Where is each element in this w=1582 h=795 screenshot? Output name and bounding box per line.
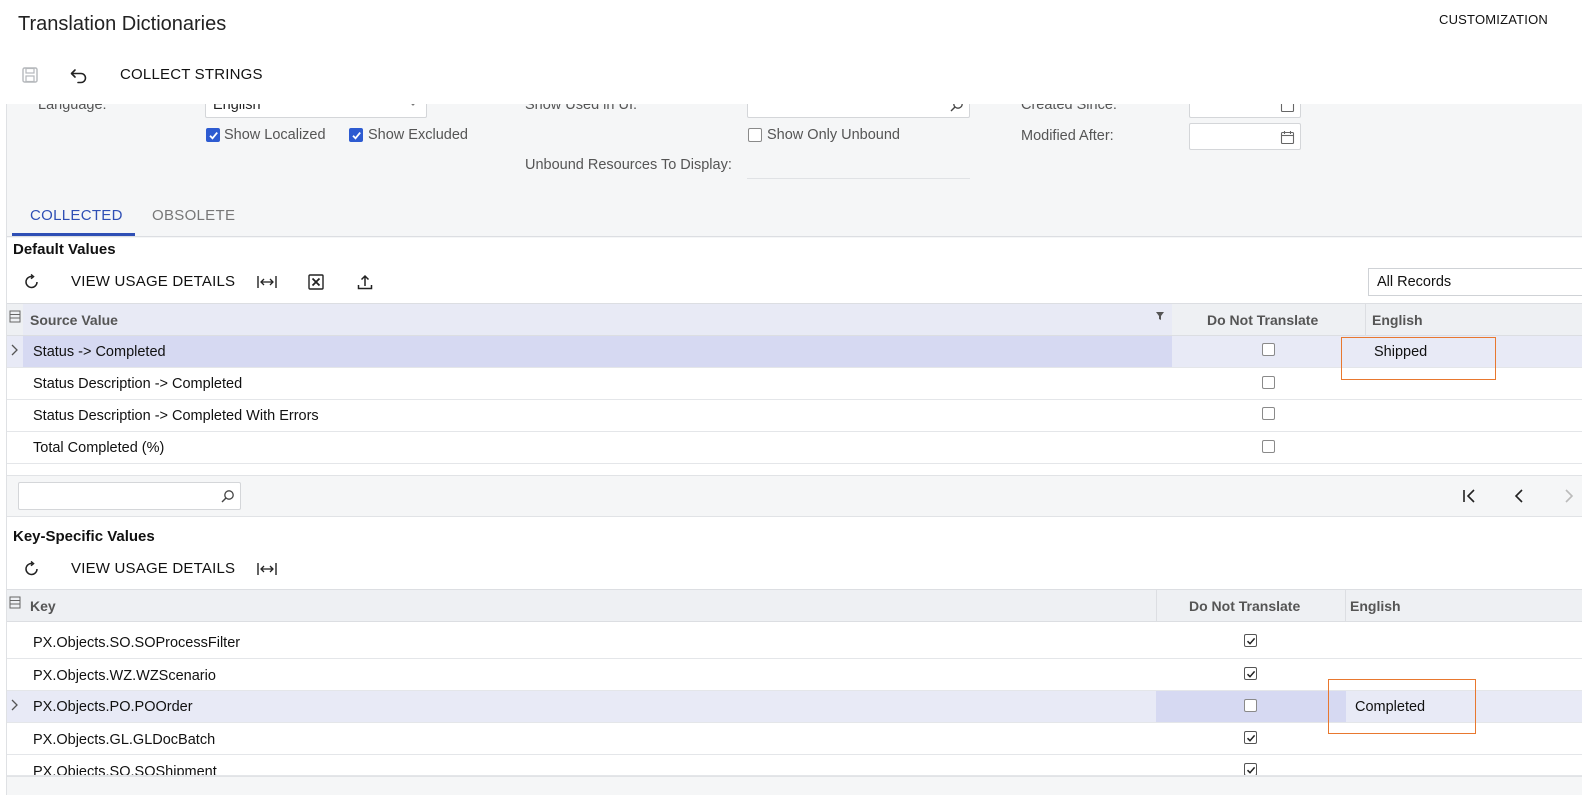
upload-icon[interactable]	[353, 270, 377, 294]
header-english[interactable]: English	[1372, 312, 1423, 328]
header-do-not-translate[interactable]: Do Not Translate	[1207, 312, 1318, 328]
header-do-not-translate[interactable]: Do Not Translate	[1189, 598, 1300, 614]
key-grid-header: Key Do Not Translate English	[7, 589, 1582, 622]
calendar-icon[interactable]	[1280, 104, 1295, 117]
highlight-box	[1328, 679, 1476, 734]
key-cell[interactable]: PX.Objects.WZ.WZScenario	[33, 668, 216, 684]
show-only-unbound-checkbox[interactable]	[748, 128, 762, 142]
key-cell[interactable]: PX.Objects.SO.SOProcessFilter	[33, 635, 240, 651]
header-source-value[interactable]: Source Value	[30, 312, 118, 328]
next-page-icon[interactable]	[1563, 488, 1575, 508]
column-settings-icon[interactable]	[9, 596, 21, 613]
table-row[interactable]: PX.Objects.SO.SOShipment	[7, 755, 1582, 776]
chevron-down-icon	[408, 104, 418, 112]
source-value-cell[interactable]: Status Description -> Completed	[33, 376, 242, 392]
do-not-translate-checkbox[interactable]	[1244, 667, 1257, 680]
search-icon[interactable]	[220, 489, 235, 508]
table-row[interactable]: PX.Objects.SO.SOProcessFilter	[7, 627, 1582, 659]
show-excluded-checkbox[interactable]	[349, 128, 363, 142]
default-grid-header: Source Value Do Not Translate English	[7, 303, 1582, 336]
records-filter-select[interactable]: All Records	[1368, 268, 1582, 296]
tab-obsolete[interactable]: OBSOLETE	[152, 207, 235, 224]
tab-divider	[7, 236, 1582, 237]
default-values-title: Default Values	[13, 241, 116, 258]
do-not-translate-checkbox[interactable]	[1262, 440, 1275, 453]
unbound-resources-label: Unbound Resources To Display:	[525, 157, 732, 173]
show-used-in-ui-label: Show Used in UI:	[525, 104, 638, 113]
refresh-icon[interactable]	[20, 557, 44, 581]
key-cell[interactable]: PX.Objects.SO.SOShipment	[33, 764, 217, 775]
grid-search-input[interactable]	[18, 482, 241, 510]
collect-strings-button[interactable]: COLLECT STRINGS	[120, 66, 263, 83]
table-row[interactable]: Status Description -> Completed With Err…	[7, 400, 1582, 432]
key-grid-footer	[7, 776, 1582, 795]
show-localized-checkbox[interactable]	[206, 128, 220, 142]
source-value-cell[interactable]: Status Description -> Completed With Err…	[33, 408, 319, 424]
show-used-in-ui-input[interactable]	[747, 104, 970, 118]
do-not-translate-checkbox[interactable]	[1262, 343, 1275, 356]
created-since-input[interactable]	[1189, 104, 1301, 118]
do-not-translate-checkbox[interactable]	[1244, 634, 1257, 647]
view-usage-details-button[interactable]: VIEW USAGE DETAILS	[71, 273, 235, 290]
records-filter-value: All Records	[1377, 274, 1452, 290]
customization-menu[interactable]: CUSTOMIZATION	[1439, 12, 1548, 27]
do-not-translate-checkbox[interactable]	[1244, 763, 1257, 775]
row-expand-icon[interactable]	[10, 698, 20, 716]
header-english[interactable]: English	[1350, 598, 1401, 614]
calendar-icon[interactable]	[1280, 130, 1295, 149]
filter-icon[interactable]	[1155, 309, 1165, 325]
do-not-translate-checkbox[interactable]	[1262, 376, 1275, 389]
previous-page-icon[interactable]	[1512, 488, 1526, 508]
show-localized-label: Show Localized	[224, 127, 326, 143]
unbound-resources-field[interactable]	[747, 178, 970, 179]
key-cell[interactable]: PX.Objects.PO.POOrder	[33, 699, 193, 715]
modified-after-input[interactable]	[1189, 123, 1301, 150]
row-expand-icon[interactable]	[10, 343, 20, 361]
do-not-translate-checkbox[interactable]	[1262, 407, 1275, 420]
left-gutter	[6, 104, 7, 795]
do-not-translate-checkbox[interactable]	[1244, 731, 1257, 744]
created-since-label: Created Since:	[1021, 104, 1117, 113]
show-excluded-label: Show Excluded	[368, 127, 468, 143]
tab-collected[interactable]: COLLECTED	[30, 207, 123, 224]
page-title: Translation Dictionaries	[18, 13, 227, 35]
key-specific-title: Key-Specific Values	[13, 528, 155, 545]
view-usage-details-button[interactable]: VIEW USAGE DETAILS	[71, 560, 235, 577]
table-row[interactable]: Total Completed (%)	[7, 432, 1582, 464]
source-value-cell[interactable]: Status -> Completed	[33, 344, 166, 360]
key-cell[interactable]: PX.Objects.GL.GLDocBatch	[33, 732, 215, 748]
first-page-icon[interactable]	[1461, 488, 1479, 508]
show-only-unbound-label: Show Only Unbound	[767, 127, 900, 143]
refresh-icon[interactable]	[20, 270, 44, 294]
header-key[interactable]: Key	[30, 598, 56, 614]
export-excel-icon[interactable]	[304, 270, 328, 294]
fit-columns-icon[interactable]	[255, 270, 279, 294]
undo-icon[interactable]	[67, 63, 91, 87]
default-grid-pager	[7, 475, 1582, 517]
source-value-cell[interactable]: Total Completed (%)	[33, 440, 164, 456]
highlight-box	[1341, 337, 1496, 380]
modified-after-label: Modified After:	[1021, 128, 1114, 144]
language-select[interactable]: English	[205, 104, 427, 118]
language-value: English	[213, 104, 261, 113]
save-icon[interactable]	[18, 63, 42, 87]
language-label: Language:	[38, 104, 107, 113]
do-not-translate-checkbox[interactable]	[1244, 699, 1257, 712]
search-icon[interactable]	[949, 104, 964, 117]
fit-columns-icon[interactable]	[255, 557, 279, 581]
filter-panel: Language: English Show Used in UI: Creat…	[7, 104, 1582, 238]
column-settings-icon[interactable]	[9, 310, 21, 327]
